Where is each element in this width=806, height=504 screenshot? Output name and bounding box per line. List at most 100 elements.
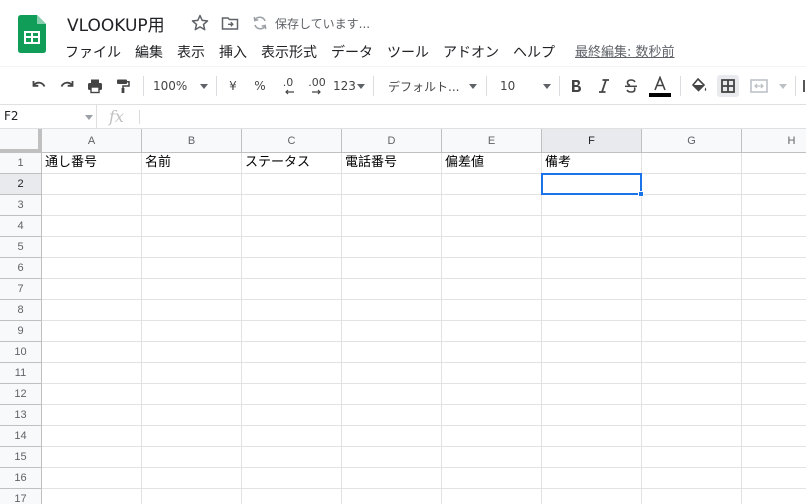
row-header-8[interactable]: 8 <box>0 300 42 321</box>
row-header-2[interactable]: 2 <box>0 174 42 195</box>
cell-h15[interactable] <box>742 447 806 468</box>
cell-c1[interactable]: ステータス <box>242 153 342 174</box>
row-header-13[interactable]: 13 <box>0 405 42 426</box>
cell-f4[interactable] <box>542 216 642 237</box>
cell-g13[interactable] <box>642 405 742 426</box>
row-header-10[interactable]: 10 <box>0 342 42 363</box>
cell-f17[interactable] <box>542 489 642 504</box>
cell-a2[interactable] <box>42 174 142 195</box>
row-header-7[interactable]: 7 <box>0 279 42 300</box>
column-header-d[interactable]: D <box>342 129 442 153</box>
menu-file[interactable]: ファイル <box>58 43 128 63</box>
font-size-select[interactable]: 10 <box>500 75 551 97</box>
cell-g1[interactable] <box>642 153 742 174</box>
more-icon[interactable] <box>802 75 806 97</box>
cell-a14[interactable] <box>42 426 142 447</box>
cell-h1[interactable] <box>742 153 806 174</box>
menu-help[interactable]: ヘルプ <box>506 43 562 63</box>
column-header-a[interactable]: A <box>42 129 142 153</box>
cell-e11[interactable] <box>442 363 542 384</box>
cell-f2[interactable] <box>542 174 642 195</box>
cell-b12[interactable] <box>142 384 242 405</box>
cell-h10[interactable] <box>742 342 806 363</box>
cell-a15[interactable] <box>42 447 142 468</box>
menu-data[interactable]: データ <box>324 43 380 63</box>
cell-f16[interactable] <box>542 468 642 489</box>
cell-e13[interactable] <box>442 405 542 426</box>
cell-g15[interactable] <box>642 447 742 468</box>
cell-g7[interactable] <box>642 279 742 300</box>
cell-c12[interactable] <box>242 384 342 405</box>
cell-e8[interactable] <box>442 300 542 321</box>
cell-b7[interactable] <box>142 279 242 300</box>
row-header-5[interactable]: 5 <box>0 237 42 258</box>
cell-e10[interactable] <box>442 342 542 363</box>
cell-g5[interactable] <box>642 237 742 258</box>
cell-a13[interactable] <box>42 405 142 426</box>
cell-d10[interactable] <box>342 342 442 363</box>
font-select[interactable]: デフォルト... <box>388 75 477 97</box>
column-header-g[interactable]: G <box>642 129 742 153</box>
cell-a16[interactable] <box>42 468 142 489</box>
cell-b13[interactable] <box>142 405 242 426</box>
undo-icon[interactable] <box>29 75 49 97</box>
cell-f3[interactable] <box>542 195 642 216</box>
cell-c16[interactable] <box>242 468 342 489</box>
document-title[interactable]: VLOOKUP用 <box>67 11 165 36</box>
cell-d2[interactable] <box>342 174 442 195</box>
cell-c13[interactable] <box>242 405 342 426</box>
text-color-button[interactable] <box>649 75 671 97</box>
fill-color-icon[interactable] <box>689 75 709 97</box>
menu-edit[interactable]: 編集 <box>128 43 170 63</box>
cell-c4[interactable] <box>242 216 342 237</box>
cell-e2[interactable] <box>442 174 542 195</box>
column-header-e[interactable]: E <box>442 129 542 153</box>
more-formats-select[interactable]: 123 <box>333 75 365 97</box>
cell-a9[interactable] <box>42 321 142 342</box>
increase-decimal-button[interactable]: .00 <box>305 75 329 97</box>
cell-b4[interactable] <box>142 216 242 237</box>
cell-c10[interactable] <box>242 342 342 363</box>
cell-e15[interactable] <box>442 447 542 468</box>
cell-a6[interactable] <box>42 258 142 279</box>
cell-e17[interactable] <box>442 489 542 504</box>
cell-g9[interactable] <box>642 321 742 342</box>
cell-d8[interactable] <box>342 300 442 321</box>
cell-a17[interactable] <box>42 489 142 504</box>
cell-f15[interactable] <box>542 447 642 468</box>
cell-f6[interactable] <box>542 258 642 279</box>
column-header-f[interactable]: F <box>542 129 642 153</box>
cell-c5[interactable] <box>242 237 342 258</box>
cell-c9[interactable] <box>242 321 342 342</box>
cell-g6[interactable] <box>642 258 742 279</box>
cell-d7[interactable] <box>342 279 442 300</box>
redo-icon[interactable] <box>57 75 77 97</box>
cell-e6[interactable] <box>442 258 542 279</box>
cell-a11[interactable] <box>42 363 142 384</box>
cell-d13[interactable] <box>342 405 442 426</box>
cell-h9[interactable] <box>742 321 806 342</box>
italic-icon[interactable] <box>594 75 614 97</box>
cell-b16[interactable] <box>142 468 242 489</box>
cell-b11[interactable] <box>142 363 242 384</box>
percent-button[interactable]: % <box>250 75 270 97</box>
cell-d11[interactable] <box>342 363 442 384</box>
menu-view[interactable]: 表示 <box>170 43 212 63</box>
cell-c17[interactable] <box>242 489 342 504</box>
cell-b17[interactable] <box>142 489 242 504</box>
cell-h12[interactable] <box>742 384 806 405</box>
cell-c15[interactable] <box>242 447 342 468</box>
cell-c8[interactable] <box>242 300 342 321</box>
menu-insert[interactable]: 挿入 <box>212 43 254 63</box>
cell-d9[interactable] <box>342 321 442 342</box>
cell-b8[interactable] <box>142 300 242 321</box>
cell-g16[interactable] <box>642 468 742 489</box>
cell-e7[interactable] <box>442 279 542 300</box>
row-header-14[interactable]: 14 <box>0 426 42 447</box>
cell-d3[interactable] <box>342 195 442 216</box>
row-header-11[interactable]: 11 <box>0 363 42 384</box>
formula-input[interactable] <box>146 105 806 129</box>
cell-g14[interactable] <box>642 426 742 447</box>
print-icon[interactable] <box>85 75 105 97</box>
borders-icon[interactable] <box>717 75 739 97</box>
